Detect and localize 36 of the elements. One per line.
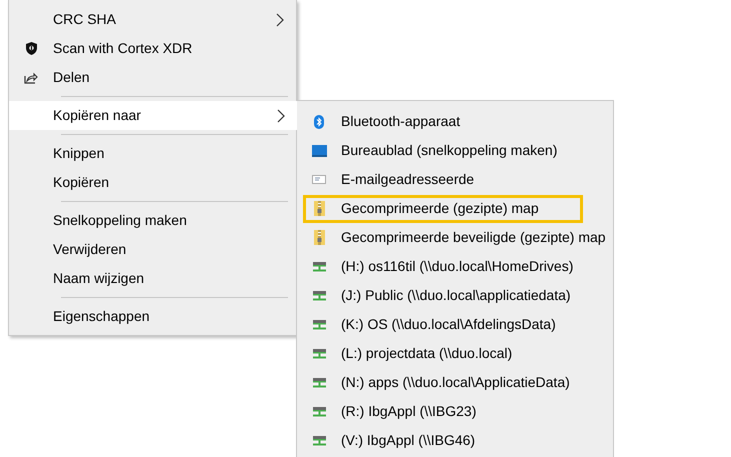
menu-item[interactable]: Scan with Cortex XDR xyxy=(9,34,296,63)
menu-item[interactable]: (K:) OS (\\duo.local\AfdelingsData) xyxy=(297,310,613,339)
network-drive-icon xyxy=(312,406,326,416)
menu-item[interactable]: (V:) IbgAppl (\\IBG46) xyxy=(297,426,613,455)
menu-item[interactable]: (H:) os116til (\\duo.local\HomeDrives) xyxy=(297,252,613,281)
menu-item[interactable]: Naam wijzigen xyxy=(9,264,296,293)
share-icon xyxy=(24,72,38,84)
network-drive-icon xyxy=(312,378,326,388)
menu-item[interactable]: Bluetooth-apparaat xyxy=(297,107,613,136)
menu-item[interactable]: E-mailgeadresseerde xyxy=(297,165,613,194)
menu-item[interactable]: Kopiëren xyxy=(9,168,296,197)
menu-item[interactable]: (J:) Public (\\duo.local\applicatiedata) xyxy=(297,281,613,310)
shield-icon xyxy=(26,42,36,55)
menu-item[interactable]: Kopiëren naar xyxy=(9,101,297,130)
monitor-icon xyxy=(312,144,326,156)
menu-item[interactable]: Bureaublad (snelkoppeling maken) xyxy=(297,136,613,165)
menu-item[interactable]: Delen xyxy=(9,63,296,92)
network-drive-icon xyxy=(312,262,326,272)
zip-folder-icon xyxy=(314,201,324,216)
menu-item[interactable]: (L:) projectdata (\\duo.local) xyxy=(297,339,613,368)
menu-item[interactable]: Gecomprimeerde beveiligde (gezipte) map xyxy=(297,223,613,252)
bluetooth-icon xyxy=(314,114,324,128)
menu-item[interactable]: (R:) IbgAppl (\\IBG23) xyxy=(297,397,613,426)
network-drive-icon xyxy=(312,320,326,330)
network-drive-icon xyxy=(312,348,326,358)
menu-item[interactable]: CRC SHA xyxy=(9,5,296,34)
menu-item[interactable]: Eigenschappen xyxy=(9,302,296,331)
menu-item[interactable]: (N:) apps (\\duo.local\ApplicatieData) xyxy=(297,368,613,397)
menu-item[interactable]: Knippen xyxy=(9,139,296,168)
zip-folder-icon xyxy=(314,230,324,245)
menu-item[interactable]: Verwijderen xyxy=(9,235,296,264)
envelope-icon xyxy=(312,175,326,184)
network-drive-icon xyxy=(312,290,326,300)
menu-item[interactable]: Gecomprimeerde (gezipte) map xyxy=(297,194,613,223)
menu-item[interactable]: Snelkoppeling maken xyxy=(9,206,296,235)
network-drive-icon xyxy=(312,436,326,446)
